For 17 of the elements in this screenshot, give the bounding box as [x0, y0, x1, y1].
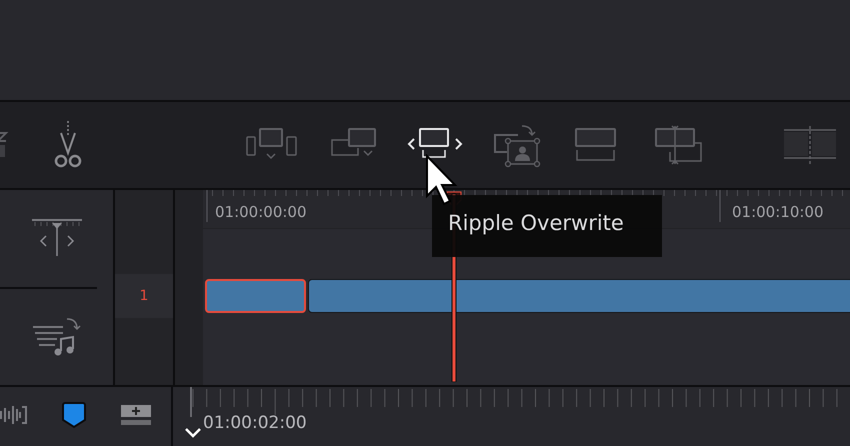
marker-flag-icon[interactable]: [61, 400, 87, 428]
scissors-button[interactable]: [52, 121, 84, 169]
ruler-handle-icon[interactable]: [30, 219, 82, 258]
timecode-label: 01:00:10:00: [732, 203, 824, 221]
add-track-icon[interactable]: [120, 404, 152, 426]
tooltip: Ripple Overwrite: [432, 195, 662, 257]
track-number: 1: [140, 288, 148, 304]
timecode-label: 01:00:00:00: [215, 203, 307, 221]
chevron-down-icon[interactable]: [184, 427, 202, 439]
video-clip[interactable]: [308, 279, 850, 313]
track-header[interactable]: 1: [115, 274, 173, 318]
video-clip[interactable]: [205, 279, 306, 313]
timecode-label: 01:00:02:00: [203, 413, 307, 433]
viewer-ruler[interactable]: 01:00:02:00: [173, 387, 850, 446]
music-list-icon[interactable]: [30, 316, 82, 357]
mouse-cursor-icon: [425, 154, 459, 206]
waveform-icon[interactable]: [0, 404, 28, 426]
